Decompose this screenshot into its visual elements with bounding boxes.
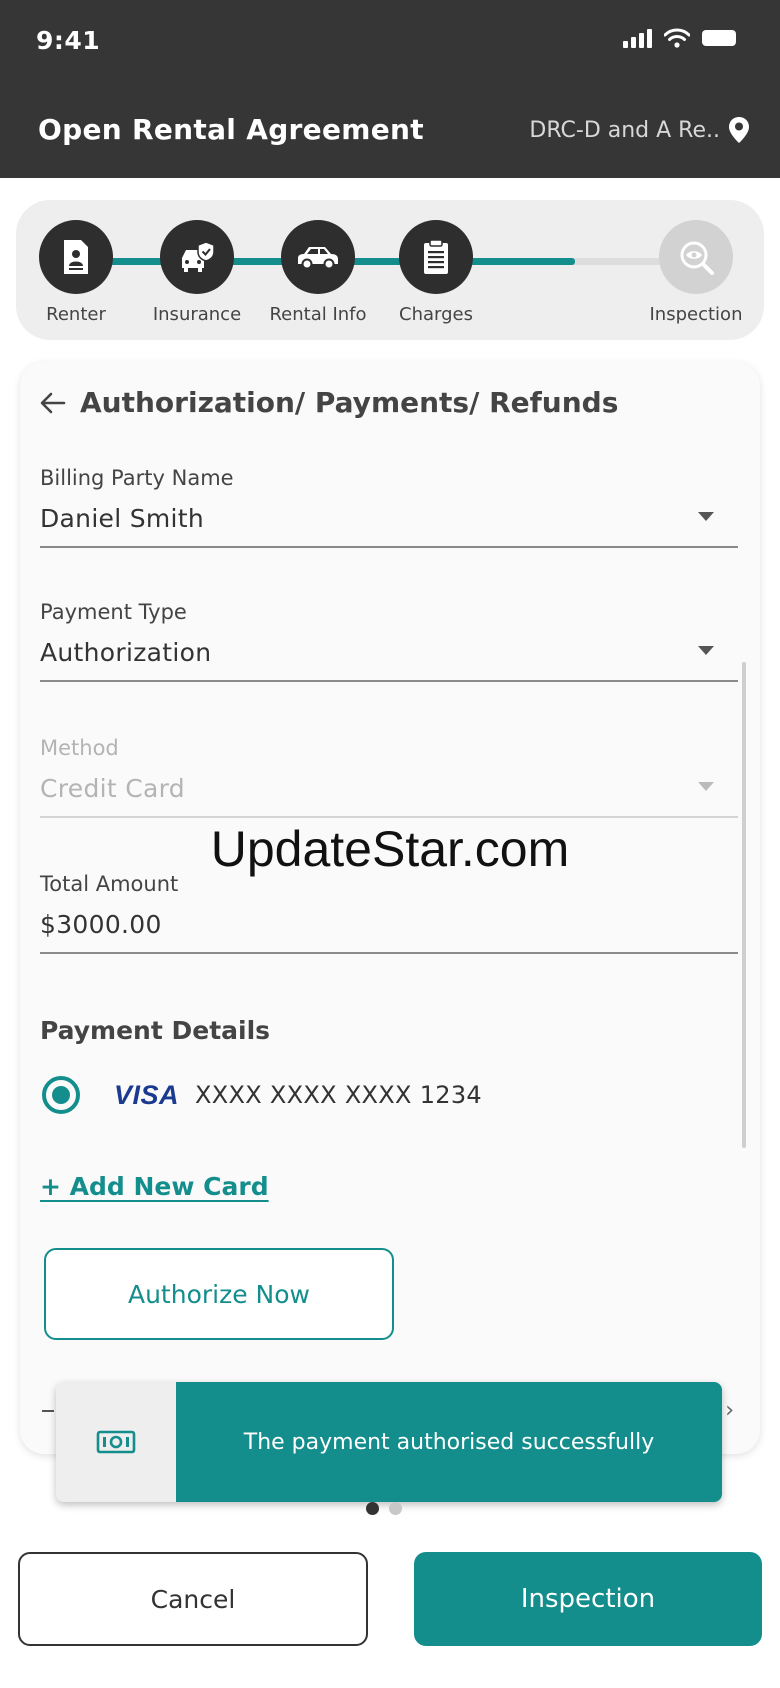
payment-type-text: Authorization [40, 638, 212, 667]
card-radio[interactable] [42, 1076, 80, 1114]
method-value: Credit Card [40, 774, 738, 818]
step-label: Renter [46, 304, 106, 325]
chevron-down-icon [698, 782, 714, 791]
payment-type-dropdown[interactable]: Payment Type Authorization [40, 600, 738, 682]
section-title: Authorization/ Payments/ Refunds [80, 386, 619, 419]
billing-party-label: Billing Party Name [40, 466, 234, 490]
payment-type-value[interactable]: Authorization [40, 638, 738, 682]
method-label: Method [40, 736, 119, 760]
document-person-icon [39, 220, 113, 294]
app-header: 9:41 Open Rental Agreement DRC-D and A R… [0, 0, 780, 178]
step-label: Inspection [649, 304, 743, 325]
toast-message: The payment authorised successfully [176, 1382, 722, 1502]
step-inspection[interactable]: Inspection [636, 220, 756, 325]
step-rental-info[interactable]: Rental Info [258, 220, 378, 325]
step-label: Charges [399, 304, 473, 325]
car-icon [281, 220, 355, 294]
eye-search-icon [659, 220, 733, 294]
watermark: UpdateStar.com [210, 821, 570, 877]
step-renter[interactable]: Renter [16, 220, 136, 325]
card-number: XXXX XXXX XXXX 1234 [195, 1081, 482, 1109]
total-amount-field[interactable]: Total Amount $3000.00 [40, 872, 738, 954]
toast-icon-container [56, 1382, 176, 1502]
payment-details-title: Payment Details [40, 1016, 271, 1045]
car-shield-icon [160, 220, 234, 294]
page-title: Open Rental Agreement [38, 113, 424, 146]
wifi-icon [664, 28, 690, 48]
total-amount-value[interactable]: $3000.00 [40, 910, 738, 954]
radio-selected-dot [52, 1086, 70, 1104]
saved-card-option[interactable]: VISA XXXX XXXX XXXX 1234 [42, 1076, 482, 1114]
section-header: Authorization/ Payments/ Refunds [40, 386, 618, 419]
step-insurance[interactable]: Insurance [137, 220, 257, 325]
status-time: 9:41 [36, 26, 101, 55]
page-dot-2[interactable] [389, 1502, 402, 1515]
visa-logo: VISA [114, 1079, 180, 1110]
page-dot-1[interactable] [366, 1502, 379, 1515]
chevron-down-icon [698, 646, 714, 655]
status-icons [623, 28, 736, 48]
step-label: Rental Info [269, 304, 367, 325]
location-label: DRC-D and A Re.. [529, 117, 720, 143]
inspection-button[interactable]: Inspection [414, 1552, 762, 1646]
step-label: Insurance [152, 304, 242, 325]
chevron-right-icon[interactable]: › [725, 1398, 734, 1423]
page-indicator [366, 1502, 402, 1515]
billing-party-text: Daniel Smith [40, 504, 205, 533]
success-toast: The payment authorised successfully [56, 1382, 722, 1502]
billing-party-value[interactable]: Daniel Smith [40, 504, 738, 548]
location-pin-icon [729, 117, 749, 143]
divider [42, 1410, 54, 1412]
step-charges[interactable]: Charges [376, 220, 496, 325]
cash-icon [96, 1430, 136, 1454]
signal-icon [623, 28, 652, 48]
authorize-now-button[interactable]: Authorize Now [44, 1248, 394, 1340]
cancel-button[interactable]: Cancel [18, 1552, 368, 1646]
payment-card: Authorization/ Payments/ Refunds Billing… [20, 362, 760, 1454]
billing-party-dropdown[interactable]: Billing Party Name Daniel Smith [40, 466, 738, 548]
method-text: Credit Card [40, 774, 185, 803]
battery-icon [702, 30, 736, 46]
location-selector[interactable]: DRC-D and A Re.. [529, 116, 750, 144]
progress-stepper: Renter Insurance Rental Info Charges Ins… [16, 200, 764, 340]
clipboard-icon [399, 220, 473, 294]
payment-type-label: Payment Type [40, 600, 187, 624]
method-dropdown: Method Credit Card [40, 736, 738, 818]
back-arrow-icon[interactable] [40, 392, 66, 414]
add-new-card-link[interactable]: + Add New Card [40, 1172, 269, 1201]
scrollbar[interactable] [742, 662, 746, 1148]
chevron-down-icon [698, 512, 714, 521]
